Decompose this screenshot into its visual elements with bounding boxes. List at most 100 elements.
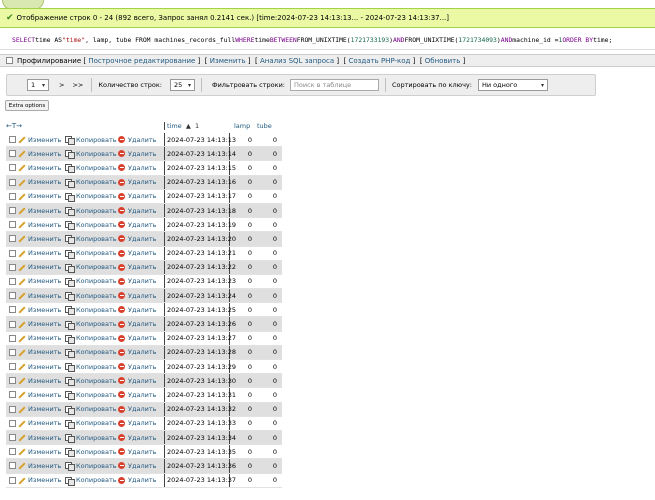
row-checkbox[interactable] xyxy=(8,363,16,371)
cell-time[interactable]: 2024-07-23 14:13:23 xyxy=(164,274,236,289)
cell-tube[interactable]: 0 xyxy=(255,405,280,413)
delete-row-link[interactable]: Удалить xyxy=(118,348,164,356)
cell-time[interactable]: 2024-07-23 14:13:35 xyxy=(164,445,236,459)
cell-lamp[interactable]: 0 xyxy=(230,207,255,215)
edit-row-link[interactable]: Изменить xyxy=(18,448,65,456)
delete-row-link[interactable]: Удалить xyxy=(118,419,164,427)
cell-tube[interactable]: 0 xyxy=(255,249,280,257)
sort-by-key-select[interactable]: Ни одного ▾ xyxy=(477,79,548,91)
delete-row-link[interactable]: Удалить xyxy=(118,292,164,300)
edit-row-link[interactable]: Изменить xyxy=(18,391,65,399)
refresh-link[interactable]: Обновить xyxy=(425,57,461,65)
cell-lamp[interactable]: 0 xyxy=(230,192,255,200)
column-header-lamp[interactable]: lamp xyxy=(230,122,255,130)
inline-edit-link[interactable]: Построчное редактирование xyxy=(88,57,195,65)
delete-row-link[interactable]: Удалить xyxy=(118,164,164,172)
edit-row-link[interactable]: Изменить xyxy=(18,136,65,144)
copy-row-link[interactable]: Копировать xyxy=(65,334,118,344)
copy-row-link[interactable]: Копировать xyxy=(65,235,118,245)
cell-time[interactable]: 2024-07-23 14:13:25 xyxy=(164,303,236,317)
cell-tube[interactable]: 0 xyxy=(255,419,280,427)
cell-lamp[interactable]: 0 xyxy=(230,263,255,271)
cell-time[interactable]: 2024-07-23 14:13:26 xyxy=(164,317,236,331)
row-checkbox[interactable] xyxy=(8,235,16,243)
cell-tube[interactable]: 0 xyxy=(255,391,280,399)
copy-row-link[interactable]: Копировать xyxy=(65,320,118,330)
row-checkbox[interactable] xyxy=(8,221,16,229)
edit-row-link[interactable]: Изменить xyxy=(18,405,65,413)
cell-lamp[interactable]: 0 xyxy=(230,391,255,399)
cell-time[interactable]: 2024-07-23 14:13:36 xyxy=(164,459,236,473)
cell-lamp[interactable]: 0 xyxy=(230,164,255,172)
row-checkbox[interactable] xyxy=(8,277,16,285)
row-checkbox[interactable] xyxy=(8,164,16,172)
cell-time[interactable]: 2024-07-23 14:13:30 xyxy=(164,374,236,388)
edit-row-link[interactable]: Изменить xyxy=(18,419,65,427)
delete-row-link[interactable]: Удалить xyxy=(118,207,164,215)
edit-row-link[interactable]: Изменить xyxy=(18,334,65,342)
edit-row-link[interactable]: Изменить xyxy=(18,221,65,229)
cell-lamp[interactable]: 0 xyxy=(230,178,255,186)
cell-tube[interactable]: 0 xyxy=(255,164,280,172)
column-resize-arrows[interactable]: ←T→ xyxy=(6,122,66,130)
cell-lamp[interactable]: 0 xyxy=(230,363,255,371)
copy-row-link[interactable]: Копировать xyxy=(65,391,118,401)
copy-row-link[interactable]: Копировать xyxy=(65,164,118,174)
cell-lamp[interactable]: 0 xyxy=(230,221,255,229)
edit-row-link[interactable]: Изменить xyxy=(18,164,65,172)
row-checkbox[interactable] xyxy=(8,306,16,314)
profiling-checkbox[interactable] xyxy=(6,57,13,64)
row-checkbox[interactable] xyxy=(8,207,16,215)
cell-time[interactable]: 2024-07-23 14:13:27 xyxy=(164,331,236,345)
row-checkbox[interactable] xyxy=(8,178,16,186)
create-php-code-link[interactable]: Создать PHP-код xyxy=(349,57,411,65)
cell-tube[interactable]: 0 xyxy=(255,462,280,470)
copy-row-link[interactable]: Копировать xyxy=(65,377,118,387)
copy-row-link[interactable]: Копировать xyxy=(65,221,118,231)
row-checkbox[interactable] xyxy=(8,405,16,413)
cell-time[interactable]: 2024-07-23 14:13:33 xyxy=(164,416,236,430)
cell-tube[interactable]: 0 xyxy=(255,277,280,285)
row-checkbox[interactable] xyxy=(8,462,16,470)
copy-row-link[interactable]: Копировать xyxy=(65,150,118,160)
cell-lamp[interactable]: 0 xyxy=(230,462,255,470)
cell-time[interactable]: 2024-07-23 14:13:18 xyxy=(164,203,236,218)
cell-lamp[interactable]: 0 xyxy=(230,235,255,243)
cell-tube[interactable]: 0 xyxy=(255,235,280,243)
cell-lamp[interactable]: 0 xyxy=(230,476,255,484)
delete-row-link[interactable]: Удалить xyxy=(118,235,164,243)
rows-count-select[interactable]: 25 ▾ xyxy=(169,79,195,91)
cell-time[interactable]: 2024-07-23 14:13:20 xyxy=(164,232,236,246)
edit-row-link[interactable]: Изменить xyxy=(18,207,65,215)
cell-tube[interactable]: 0 xyxy=(255,150,280,158)
cell-tube[interactable]: 0 xyxy=(255,263,280,271)
copy-row-link[interactable]: Копировать xyxy=(65,476,118,486)
next-page-button[interactable]: > xyxy=(59,81,64,89)
column-header-tube[interactable]: tube xyxy=(255,122,280,130)
cell-time[interactable]: 2024-07-23 14:13:29 xyxy=(164,360,236,374)
delete-row-link[interactable]: Удалить xyxy=(118,391,164,399)
row-checkbox[interactable] xyxy=(8,263,16,271)
cell-tube[interactable]: 0 xyxy=(255,207,280,215)
row-checkbox[interactable] xyxy=(8,192,16,200)
copy-row-link[interactable]: Копировать xyxy=(65,292,118,302)
cell-lamp[interactable]: 0 xyxy=(230,292,255,300)
extra-options-button[interactable]: Extra options xyxy=(5,100,49,111)
copy-row-link[interactable]: Копировать xyxy=(65,434,118,444)
delete-row-link[interactable]: Удалить xyxy=(118,462,164,470)
cell-tube[interactable]: 0 xyxy=(255,348,280,356)
cell-tube[interactable]: 0 xyxy=(255,136,280,144)
cell-tube[interactable]: 0 xyxy=(255,434,280,442)
cell-time[interactable]: 2024-07-23 14:13:13 xyxy=(164,133,236,147)
cell-tube[interactable]: 0 xyxy=(255,363,280,371)
edit-row-link[interactable]: Изменить xyxy=(18,178,65,186)
edit-row-link[interactable]: Изменить xyxy=(18,348,65,356)
cell-tube[interactable]: 0 xyxy=(255,221,280,229)
page-select[interactable]: 1 ▾ xyxy=(27,79,49,91)
delete-row-link[interactable]: Удалить xyxy=(118,334,164,342)
cell-time[interactable]: 2024-07-23 14:13:15 xyxy=(164,161,236,175)
delete-row-link[interactable]: Удалить xyxy=(118,263,164,271)
column-header-time[interactable]: time ▲ 1 xyxy=(164,122,230,130)
cell-lamp[interactable]: 0 xyxy=(230,419,255,427)
cell-time[interactable]: 2024-07-23 14:13:21 xyxy=(164,246,236,260)
